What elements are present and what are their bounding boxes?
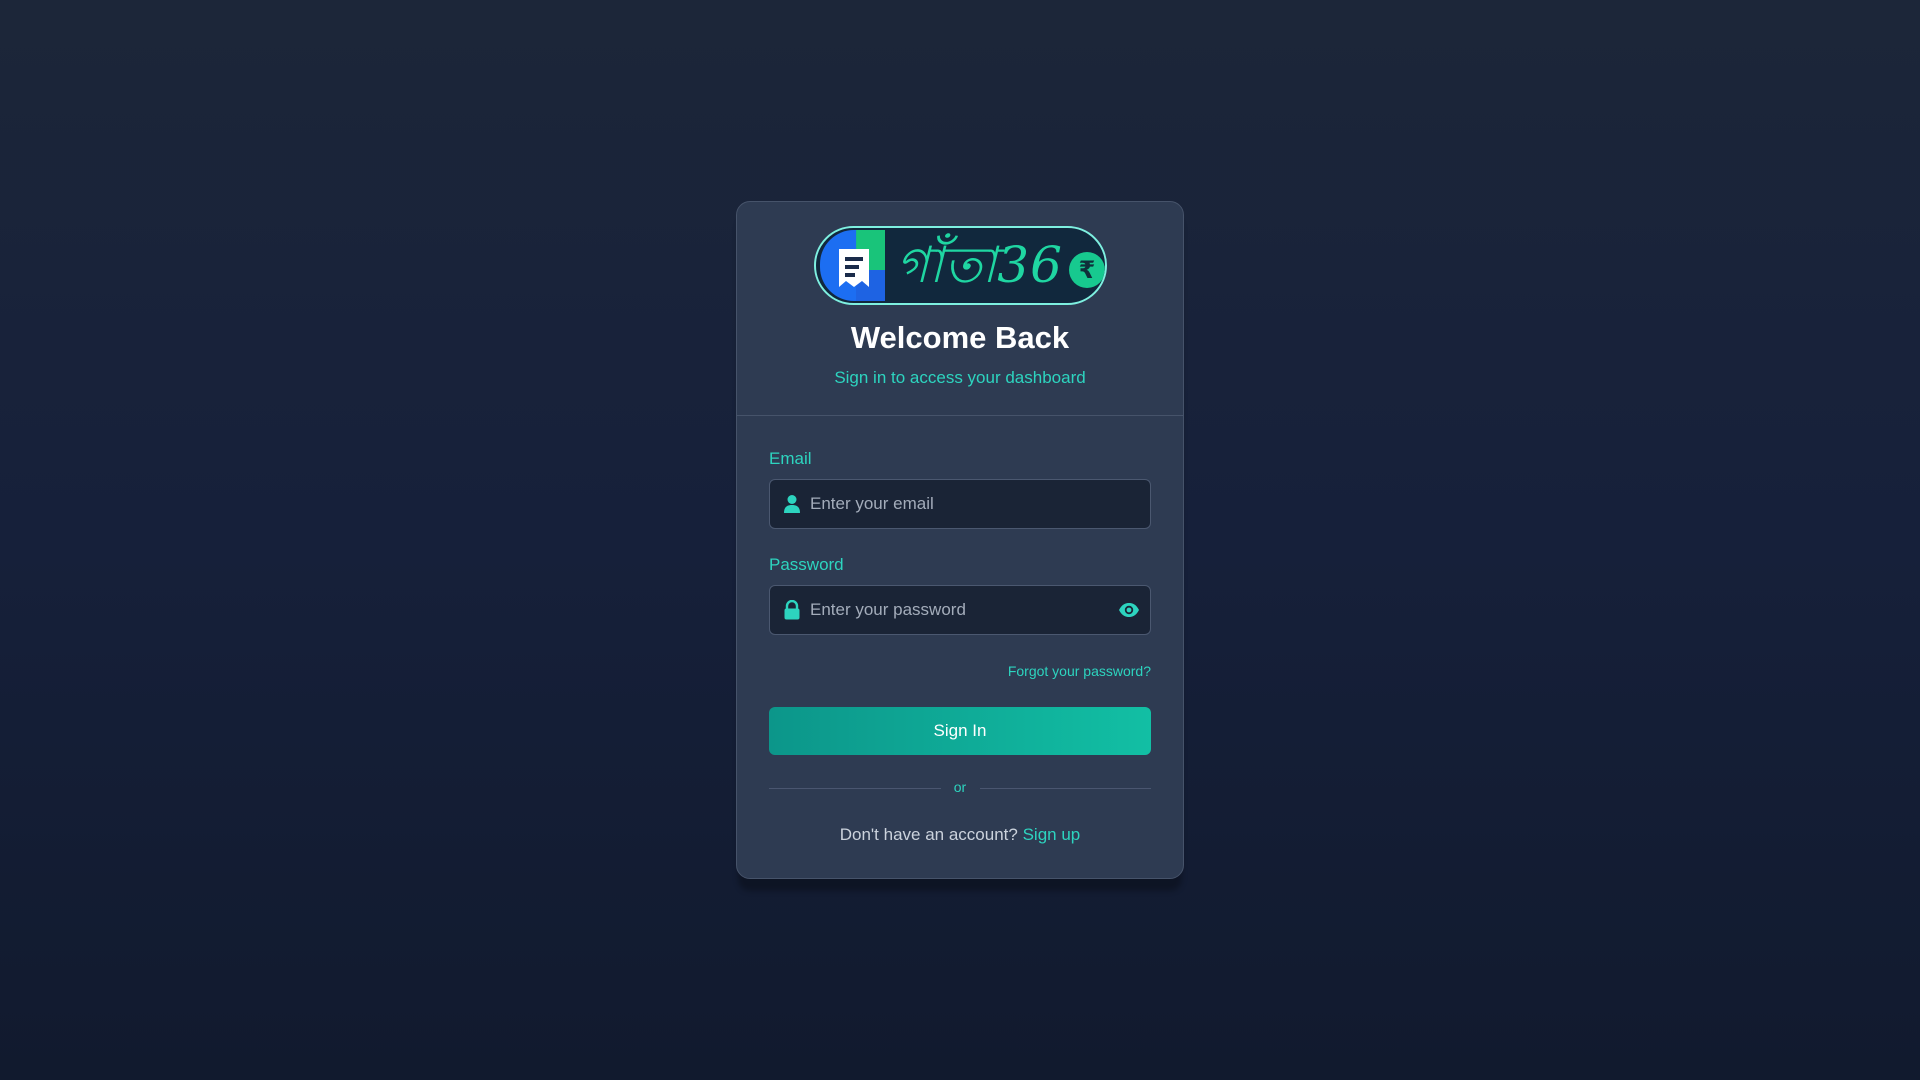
user-icon	[784, 495, 800, 513]
password-label: Password	[769, 555, 844, 574]
login-card: গাঁতা36 ₹ Welcome Back Sign in to access…	[736, 201, 1184, 879]
password-input[interactable]	[810, 586, 1100, 634]
rupee-icon: ₹	[1069, 252, 1105, 288]
signup-prompt-text: Don't have an account?	[839, 825, 1023, 844]
page-subtitle: Sign in to access your dashboard	[834, 368, 1086, 387]
page-title: Welcome Back	[850, 320, 1070, 355]
email-field-box[interactable]	[769, 479, 1151, 529]
divider-or: or	[953, 779, 967, 795]
card-header: গাঁতা36 ₹ Welcome Back Sign in to access…	[737, 202, 1183, 416]
signup-prompt: Don't have an account? Sign up	[737, 825, 1183, 845]
forgot-password-link[interactable]: Forgot your password?	[1008, 663, 1151, 679]
sign-in-button[interactable]: Sign In	[769, 707, 1151, 755]
sign-up-link[interactable]: Sign up	[1023, 825, 1081, 844]
divider-line-right	[980, 788, 1151, 789]
eye-icon[interactable]	[1118, 599, 1140, 621]
lock-icon	[784, 600, 800, 620]
email-input[interactable]	[810, 480, 1100, 528]
password-field-box[interactable]	[769, 585, 1151, 635]
brand-logo-text: গাঁতা36	[896, 236, 1063, 294]
brand-logo: গাঁতা36 ₹	[814, 226, 1107, 305]
receipt-icon	[820, 230, 885, 301]
email-label: Email	[769, 449, 812, 468]
